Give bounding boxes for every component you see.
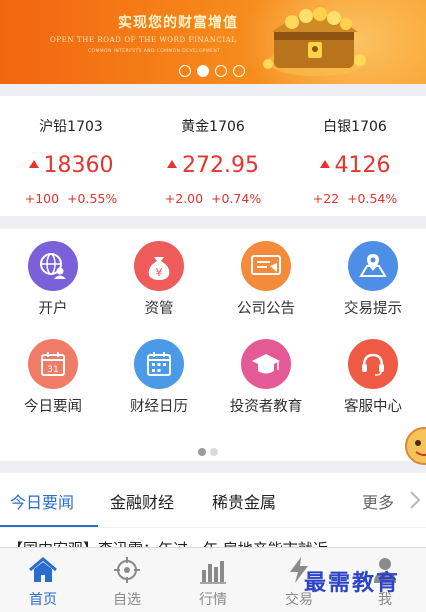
calendar-31-icon: 31	[28, 339, 78, 389]
banner-pagination[interactable]	[179, 65, 245, 77]
tab-finance[interactable]: 金融财经	[110, 489, 174, 513]
quote-card-gold[interactable]: 黄金1706 272.95 +2.00 +0.74%	[142, 96, 284, 216]
promo-banner[interactable]: 实现您的财富增值 OPEN THE ROAD OF THE WORD FINAN…	[0, 0, 426, 84]
nav-watchlist[interactable]: 自选	[84, 548, 170, 612]
crosshair-icon	[84, 548, 170, 584]
quote-change: +100 +0.55%	[24, 191, 118, 206]
quote-name: 白银1706	[323, 119, 387, 135]
grid-item-trade-tips[interactable]: 交易提示	[320, 241, 426, 318]
grid-item-customer-service[interactable]: 客服中心	[320, 339, 426, 416]
grid-item-investor-education[interactable]: 投资者教育	[213, 339, 319, 416]
grid-label: 投资者教育	[229, 399, 303, 415]
grid-label: 公司公告	[237, 301, 295, 317]
grid-label: 财经日历	[130, 399, 188, 415]
calendar-grid-icon	[134, 339, 184, 389]
up-arrow-icon	[28, 160, 39, 168]
home-icon	[0, 548, 86, 584]
svg-text:31: 31	[47, 365, 58, 375]
globe-user-icon	[28, 241, 78, 291]
quote-change: +2.00 +0.74%	[164, 191, 262, 206]
grid-label: 开户	[38, 301, 68, 317]
announcement-icon	[241, 241, 291, 291]
grid-page-dot[interactable]	[210, 448, 218, 456]
quote-card-silver[interactable]: 白银1706 4126 +22 +0.54%	[284, 96, 426, 216]
money-bag-icon: ¥	[134, 241, 184, 291]
tab-precious-metals[interactable]: 稀贵金属	[212, 489, 276, 513]
banner-subtitle-small: COMMON INTERESTS AND COMMON DEVELOPMENT	[88, 49, 221, 54]
quote-name: 黄金1706	[181, 119, 245, 135]
grid-label: 资管	[144, 301, 174, 317]
floating-mascot-icon[interactable]	[404, 418, 426, 474]
up-arrow-icon	[319, 160, 330, 168]
headset-icon	[348, 339, 398, 389]
bar-chart-icon	[170, 548, 256, 584]
banner-dot[interactable]	[233, 65, 245, 77]
grid-label: 客服中心	[344, 399, 402, 415]
banner-dot[interactable]	[179, 65, 191, 77]
grid-item-daily-news[interactable]: 31 今日要闻	[0, 339, 106, 416]
nav-label: 自选	[113, 592, 141, 608]
grid-item-company-notice[interactable]: 公司公告	[213, 241, 319, 318]
quote-change: +22 +0.54%	[312, 191, 398, 206]
watermark-text: 最需教育	[304, 571, 401, 596]
quote-name: 沪铅1703	[39, 119, 103, 135]
svg-text:¥: ¥	[156, 266, 163, 279]
banner-subtitle: OPEN THE ROAD OF THE WORD FINANCIAL	[50, 36, 237, 44]
map-pin-icon	[348, 241, 398, 291]
grid-page-dot-active[interactable]	[198, 448, 206, 456]
graduation-cap-icon	[241, 339, 291, 389]
nav-market[interactable]: 行情	[170, 548, 256, 612]
tab-daily-news[interactable]: 今日要闻	[10, 489, 74, 513]
active-tab-indicator	[0, 525, 98, 527]
news-tabs: 今日要闻 金融财经 稀贵金属 更多	[0, 473, 426, 527]
nav-label: 首页	[29, 592, 57, 608]
up-arrow-icon	[167, 160, 177, 168]
grid-item-finance-calendar[interactable]: 财经日历	[106, 339, 212, 416]
grid-label: 交易提示	[344, 301, 402, 317]
banner-dot-active[interactable]	[197, 65, 209, 77]
app-screen: 实现您的财富增值 OPEN THE ROAD OF THE WORD FINAN…	[0, 0, 426, 612]
banner-dot[interactable]	[215, 65, 227, 77]
treasure-chest-icon	[263, 7, 367, 76]
grid-item-open-account[interactable]: 开户	[0, 241, 106, 318]
quote-card-lead[interactable]: 沪铅1703 18360 +100 +0.55%	[0, 96, 142, 216]
market-quotes: 沪铅1703 18360 +100 +0.55% 黄金1706 272.95 +…	[0, 96, 426, 216]
banner-title: 实现您的财富增值	[118, 15, 238, 31]
grid-pagination[interactable]	[198, 448, 218, 456]
quote-price: 18360	[0, 153, 142, 178]
quote-price: 272.95	[142, 153, 284, 178]
grid-item-asset-management[interactable]: ¥ 资管	[106, 241, 212, 318]
chevron-right-icon[interactable]	[408, 489, 422, 511]
function-grid: 开户 ¥ 资管 公司公告 交易提示 31 今日要闻 财经日历 投资者教育 客服中…	[0, 229, 426, 461]
grid-label: 今日要闻	[24, 399, 82, 415]
nav-home[interactable]: 首页	[0, 548, 86, 612]
quote-price: 4126	[284, 153, 426, 178]
nav-label: 行情	[199, 592, 227, 608]
more-link[interactable]: 更多	[362, 489, 394, 513]
